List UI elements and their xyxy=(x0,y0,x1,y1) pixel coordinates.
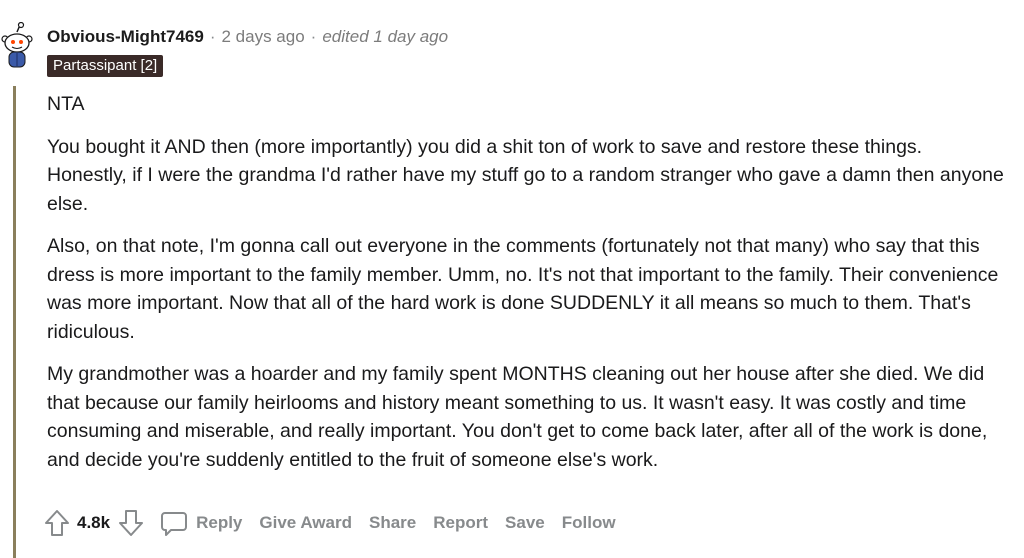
comment-bubble-icon[interactable] xyxy=(160,509,188,537)
comment-header: Obvious-Might7469 · 2 days ago · edited … xyxy=(47,26,448,48)
snoo-avatar-icon[interactable] xyxy=(0,21,34,70)
edited-time: edited 1 day ago xyxy=(322,27,449,46)
report-button[interactable]: Report xyxy=(433,513,488,533)
comment-paragraph: My grandmother was a hoarder and my fami… xyxy=(47,363,988,471)
follow-button[interactable]: Follow xyxy=(562,513,616,533)
downvote-arrow-icon[interactable] xyxy=(118,509,144,537)
comment-paragraph: Also, on that note, I'm gonna call out e… xyxy=(47,235,999,343)
comment-paragraph: NTA xyxy=(47,93,85,115)
comment-body: NTA You bought it AND then (more importa… xyxy=(47,90,1007,488)
share-button[interactable]: Share xyxy=(369,513,416,533)
vote-score: 4.8k xyxy=(77,513,111,532)
separator-dot: · xyxy=(209,27,216,46)
separator-dot: · xyxy=(310,27,317,46)
reply-button[interactable]: Reply xyxy=(196,513,242,533)
posted-time[interactable]: 2 days ago xyxy=(221,27,304,47)
user-flair-badge: Partassipant [2] xyxy=(47,55,164,77)
comment-paragraph: You bought it AND then (more importantly… xyxy=(47,135,1004,215)
author-username[interactable]: Obvious-Might7469 xyxy=(47,27,204,47)
thread-line[interactable] xyxy=(13,86,16,558)
save-button[interactable]: Save xyxy=(505,513,545,533)
give-award-button[interactable]: Give Award xyxy=(259,513,352,533)
comment-action-bar: 4.8k Reply Give Award Share Report Save … xyxy=(44,507,633,539)
upvote-arrow-icon[interactable] xyxy=(44,509,70,537)
